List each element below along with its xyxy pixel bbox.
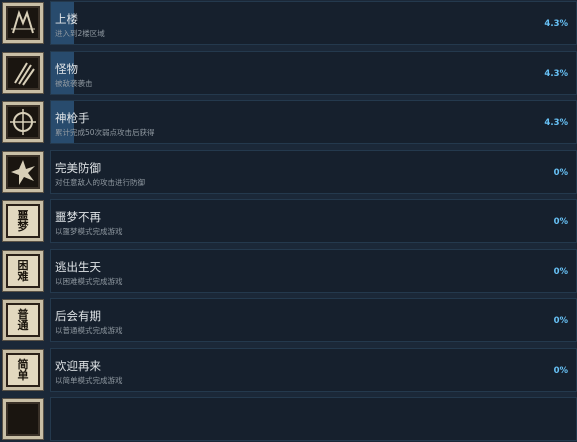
- hard-badge-icon: 困 难: [2, 250, 44, 292]
- crosshair-icon: [2, 101, 44, 143]
- achievement-title: 逃出生天: [55, 260, 101, 274]
- achievement-panel: 逃出生天 以困难模式完成游戏 0%: [50, 249, 577, 293]
- achievement-percent: 0%: [553, 168, 568, 178]
- shield-burst-icon: [2, 151, 44, 193]
- achievement-row[interactable]: 噩 梦 噩梦不再 以噩梦模式完成游戏 0%: [0, 198, 577, 244]
- achievement-title: 噩梦不再: [55, 210, 101, 224]
- achievement-title: 后会有期: [55, 309, 101, 323]
- achievement-description: 以噩梦模式完成游戏: [55, 227, 123, 236]
- achievement-row[interactable]: 上楼 进入到2楼区域 4.3%: [0, 0, 577, 46]
- achievement-panel: 完美防御 对任意敌人的攻击进行防御 0%: [50, 150, 577, 194]
- achievement-row-partial[interactable]: [0, 396, 577, 442]
- achievement-description: 对任意敌人的攻击进行防御: [55, 178, 145, 187]
- achievement-panel: 欢迎再来 以简单模式完成游戏 0%: [50, 348, 577, 392]
- achievement-row[interactable]: 怪物 被敌袭袭击 4.3%: [0, 50, 577, 96]
- achievement-percent: 0%: [553, 267, 568, 277]
- achievement-row[interactable]: 简 单 欢迎再来 以简单模式完成游戏 0%: [0, 347, 577, 393]
- achievement-panel: 上楼 进入到2楼区域 4.3%: [50, 1, 577, 45]
- achievement-description: 以困难模式完成游戏: [55, 277, 123, 286]
- climb-icon: [2, 2, 44, 44]
- easy-badge-icon: 简 单: [2, 349, 44, 391]
- achievement-percent: 4.3%: [544, 69, 568, 79]
- achievement-description: 累计完成50次弱点攻击后获得: [55, 128, 155, 137]
- achievement-title: 欢迎再来: [55, 359, 101, 373]
- achievement-row[interactable]: 困 难 逃出生天 以困难模式完成游戏 0%: [0, 248, 577, 294]
- nightmare-badge-icon: 噩 梦: [2, 200, 44, 242]
- achievement-percent: 4.3%: [544, 118, 568, 128]
- achievement-title: 上楼: [55, 12, 78, 26]
- achievement-panel: 后会有期 以普通模式完成游戏 0%: [50, 298, 577, 342]
- achievement-percent: 0%: [553, 366, 568, 376]
- achievement-panel: 怪物 被敌袭袭击 4.3%: [50, 51, 577, 95]
- achievement-row[interactable]: 普 通 后会有期 以普通模式完成游戏 0%: [0, 297, 577, 343]
- achievement-panel: 神枪手 累计完成50次弱点攻击后获得 4.3%: [50, 100, 577, 144]
- achievement-title: 怪物: [55, 62, 78, 76]
- achievement-description: 进入到2楼区域: [55, 29, 105, 38]
- achievement-description: 被敌袭袭击: [55, 79, 93, 88]
- claw-scratch-icon: [2, 52, 44, 94]
- badge-char: 通: [17, 319, 29, 332]
- achievement-description: 以普通模式完成游戏: [55, 326, 123, 335]
- badge-char: 梦: [17, 220, 29, 233]
- partial-icon: [2, 398, 44, 440]
- achievement-title: 神枪手: [55, 111, 90, 125]
- normal-badge-icon: 普 通: [2, 299, 44, 341]
- achievement-percent: 0%: [553, 316, 568, 326]
- achievement-panel: 噩梦不再 以噩梦模式完成游戏 0%: [50, 199, 577, 243]
- achievement-row[interactable]: 完美防御 对任意敌人的攻击进行防御 0%: [0, 149, 577, 195]
- achievement-row[interactable]: 神枪手 累计完成50次弱点攻击后获得 4.3%: [0, 99, 577, 145]
- achievement-percent: 0%: [553, 217, 568, 227]
- achievement-percent: 4.3%: [544, 19, 568, 29]
- badge-char: 单: [17, 369, 29, 382]
- achievement-title: 完美防御: [55, 161, 101, 175]
- achievement-description: 以简单模式完成游戏: [55, 376, 123, 385]
- badge-char: 难: [17, 270, 29, 283]
- achievement-panel: [50, 397, 577, 441]
